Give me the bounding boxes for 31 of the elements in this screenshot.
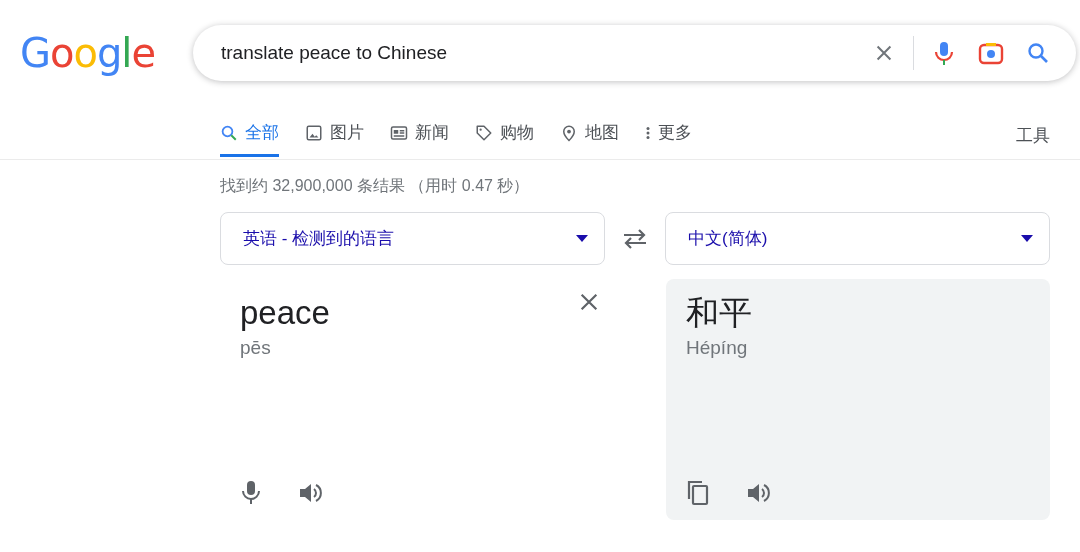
target-language-select[interactable]: 中文(简体) [665, 212, 1050, 265]
dropdown-icon [1021, 235, 1033, 242]
swap-icon[interactable] [622, 228, 648, 249]
speaker-icon[interactable] [298, 481, 324, 505]
nav-tab[interactable]: 全部 [220, 113, 279, 157]
newspaper-icon [390, 123, 408, 142]
clear-icon[interactable] [578, 291, 600, 313]
source-language-select[interactable]: 英语 - 检测到的语言 [220, 212, 605, 265]
nav-tab[interactable]: 购物 [475, 113, 534, 157]
copy-icon[interactable] [686, 480, 710, 506]
search-field[interactable]: translate peace to Chinese [193, 25, 1076, 81]
image-icon [305, 123, 323, 142]
dropdown-icon [576, 235, 588, 242]
search-icon [220, 123, 238, 142]
translated-phonetic: Hépíng [686, 337, 749, 359]
camera-icon[interactable] [978, 41, 1004, 65]
nav-tab[interactable]: 新闻 [390, 113, 449, 157]
source-phonetic: pēs [240, 337, 272, 359]
source-text: peace [240, 293, 330, 333]
tools-button[interactable]: 工具 [1016, 113, 1050, 157]
nav-tab[interactable]: 更多 [645, 113, 692, 157]
nav-tab[interactable]: 图片 [305, 113, 364, 157]
result-stats: 找到约 32,900,000 条结果 （用时 0.47 秒） [220, 176, 531, 196]
microphone-icon[interactable] [240, 480, 262, 506]
microphone-icon[interactable] [932, 40, 956, 66]
search-icon[interactable] [1026, 41, 1050, 65]
speaker-icon[interactable] [746, 481, 772, 505]
nav-tab[interactable]: 地图 [560, 113, 619, 157]
translated-text: 和平 [686, 293, 752, 333]
tag-icon [475, 123, 493, 142]
map-pin-icon [560, 123, 578, 142]
